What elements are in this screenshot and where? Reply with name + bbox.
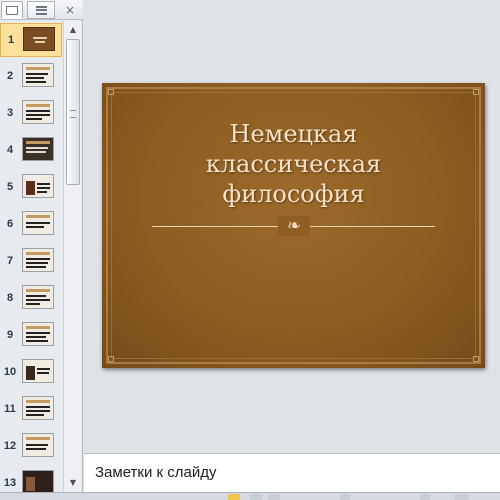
slide-sorter-view-button[interactable] <box>250 494 262 500</box>
slide-number: 7 <box>6 255 14 267</box>
slide-number: 9 <box>6 329 14 341</box>
notes-pane[interactable]: Заметки к слайду <box>84 453 500 492</box>
thumbnail-slide-4[interactable]: 4 <box>0 134 62 168</box>
thumbnail-slide-10[interactable]: 10 <box>0 356 62 390</box>
thumbnail-slide-5[interactable]: 5 <box>0 171 62 205</box>
slide-number: 8 <box>6 292 14 304</box>
slide-thumbnail <box>22 359 54 383</box>
thumbnail-slide-1[interactable]: 1 <box>0 23 62 57</box>
pane-tabs: × <box>0 0 83 20</box>
scroll-up-arrow-icon[interactable]: ▲ <box>66 23 80 37</box>
slide-thumbnail <box>22 63 54 87</box>
slide-number: 11 <box>4 403 16 415</box>
slide-number: 13 <box>3 477 17 489</box>
scrollbar-thumb[interactable] <box>66 39 80 185</box>
thumbnail-slide-9[interactable]: 9 <box>0 319 62 353</box>
slide-thumbnail <box>22 211 54 235</box>
thumbnail-slide-2[interactable]: 2 <box>0 60 62 94</box>
current-slide[interactable]: Немецкая классическая философия ❧ <box>102 83 485 368</box>
status-bar <box>0 492 500 500</box>
thumbnail-slide-8[interactable]: 8 <box>0 282 62 316</box>
slide-thumbnail <box>22 100 54 124</box>
slide-number: 10 <box>3 366 17 378</box>
slide-thumbnail <box>22 174 54 198</box>
slide-thumbnail-pane: × 1 2 3 4 5 6 7 8 9 10 11 12 13 ▲ ▼ <box>0 0 83 492</box>
slide-number: 1 <box>7 34 15 46</box>
fit-slide-button[interactable] <box>455 494 469 500</box>
slide-title-line: классическая <box>205 150 382 178</box>
tab-slides[interactable] <box>1 1 23 19</box>
zoom-out-button[interactable] <box>340 494 350 500</box>
thumbnail-scrollbar[interactable]: ▲ ▼ <box>63 21 81 492</box>
thumbnail-slide-11[interactable]: 11 <box>0 393 62 427</box>
slides-view-icon <box>6 5 18 15</box>
notes-placeholder: Заметки к слайду <box>95 464 217 481</box>
thumbnail-slide-7[interactable]: 7 <box>0 245 62 279</box>
slide-thumbnail <box>22 470 54 492</box>
tab-outline[interactable] <box>27 1 55 19</box>
slide-number: 4 <box>6 144 14 156</box>
thumbnail-slide-12[interactable]: 12 <box>0 430 62 464</box>
slide-editing-area: Немецкая классическая философия ❧ <box>84 0 500 453</box>
frame-corner <box>108 89 114 95</box>
reading-view-button[interactable] <box>268 494 280 500</box>
frame-corner <box>108 356 114 362</box>
slide-thumbnail <box>22 396 54 420</box>
slide-thumbnail <box>22 322 54 346</box>
slide-number: 2 <box>6 70 14 82</box>
thumbnail-list: 1 2 3 4 5 6 7 8 9 10 11 12 13 <box>0 21 62 492</box>
zoom-in-button[interactable] <box>420 494 430 500</box>
frame-corner <box>473 89 479 95</box>
slide-thumbnail <box>23 27 55 51</box>
slide-number: 3 <box>6 107 14 119</box>
scroll-down-arrow-icon[interactable]: ▼ <box>66 476 80 490</box>
slide-thumbnail <box>22 137 54 161</box>
slide-number: 12 <box>3 440 17 452</box>
slide-thumbnail <box>22 248 54 272</box>
thumbnail-slide-3[interactable]: 3 <box>0 97 62 131</box>
outline-view-icon <box>35 5 47 15</box>
slide-thumbnail <box>22 433 54 457</box>
flourish-ornament-icon: ❧ <box>278 216 310 236</box>
frame-corner <box>473 356 479 362</box>
slide-title-line: Немецкая <box>229 120 358 148</box>
slide-title[interactable]: Немецкая классическая философия <box>132 119 455 209</box>
thumbnail-slide-6[interactable]: 6 <box>0 208 62 242</box>
slide-title-line: философия <box>222 180 365 208</box>
slide-thumbnail <box>22 285 54 309</box>
normal-view-button[interactable] <box>228 494 240 500</box>
slide-number: 5 <box>6 181 14 193</box>
close-pane-button[interactable]: × <box>62 2 78 18</box>
thumbnail-slide-13[interactable]: 13 <box>0 467 62 492</box>
slide-number: 6 <box>6 218 14 230</box>
